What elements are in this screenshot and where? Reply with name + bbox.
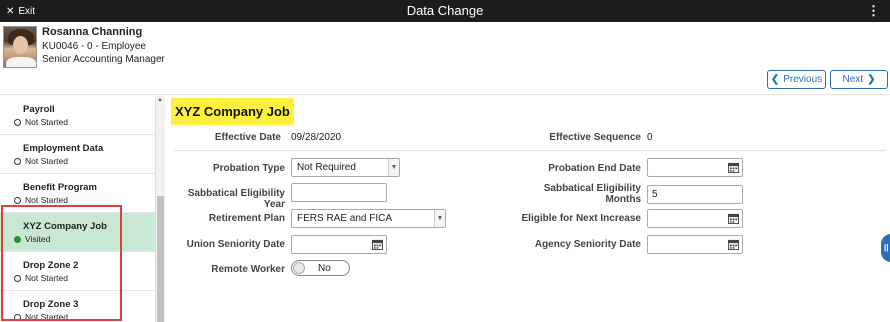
step-sidebar: Payroll Not Started Employment Data Not … <box>0 96 156 322</box>
union-seniority-label: Union Seniority Date <box>186 239 285 250</box>
chevron-down-icon: ▼ <box>388 159 399 176</box>
sidebar-item-benefit-program[interactable]: Benefit Program Not Started <box>0 174 156 213</box>
grip-icon: || <box>884 243 889 252</box>
main-content: XYZ Company Job Effective Date 09/28/202… <box>166 96 890 322</box>
chevron-down-icon: ▼ <box>434 210 445 227</box>
sidebar-item-xyz-company-job[interactable]: XYZ Company Job Visited <box>0 213 156 252</box>
sabbatical-months-label: Sabbatical Eligibility Months <box>543 183 641 205</box>
divider <box>174 150 886 151</box>
effective-sequence-label: Effective Sequence <box>549 132 641 143</box>
previous-button[interactable]: ❮ Previous <box>767 70 826 89</box>
more-actions-icon[interactable]: ⋮ <box>867 3 880 19</box>
employee-id: KU0046 - 0 - Employee <box>42 41 146 52</box>
effective-date-value: 09/28/2020 <box>291 132 342 143</box>
retirement-plan-label: Retirement Plan <box>208 213 285 224</box>
sabbatical-year-label: Sabbatical Eligibility Year <box>187 188 285 210</box>
sidebar-item-payroll[interactable]: Payroll Not Started <box>0 96 156 135</box>
scroll-up-icon[interactable]: ▲ <box>157 97 163 103</box>
scrollbar-thumb[interactable] <box>157 196 164 322</box>
visited-dot-icon <box>14 235 21 243</box>
probation-type-label: Probation Type <box>212 163 285 174</box>
effective-date-label: Effective Date <box>214 132 281 143</box>
agency-seniority-label: Agency Seniority Date <box>534 239 641 250</box>
calendar-icon[interactable] <box>728 213 739 224</box>
calendar-icon[interactable] <box>372 239 383 250</box>
employee-header: Rosanna Channing KU0046 - 0 - Employee S… <box>0 22 890 95</box>
sidebar-item-employment-data[interactable]: Employment Data Not Started <box>0 135 156 174</box>
chevron-right-icon: ❯ <box>867 74 876 85</box>
status-dot-icon <box>14 157 21 165</box>
retirement-plan-select[interactable]: FERS RAE and FICA ▼ <box>291 209 446 228</box>
status-dot-icon <box>14 274 21 282</box>
sabbatical-year-input[interactable] <box>291 183 387 202</box>
page-title: Data Change <box>406 3 484 18</box>
section-title: XYZ Company Job <box>171 98 294 125</box>
status-dot-icon <box>14 118 21 126</box>
employee-job-title: Senior Accounting Manager <box>42 54 165 65</box>
sidebar-scrollbar[interactable]: ▲ <box>156 96 165 322</box>
probation-end-date-label: Probation End Date <box>548 163 641 174</box>
top-bar: ✕ Exit Data Change ⋮ <box>0 0 890 22</box>
status-dot-icon <box>14 196 21 204</box>
chevron-left-icon: ❮ <box>770 74 780 85</box>
avatar <box>3 26 37 68</box>
next-button[interactable]: Next ❯ <box>830 70 888 89</box>
sidebar-item-drop-zone-2[interactable]: Drop Zone 2 Not Started <box>0 252 156 291</box>
calendar-icon[interactable] <box>728 239 739 250</box>
sabbatical-months-input[interactable]: 5 <box>647 185 743 204</box>
side-panel-handle[interactable]: || <box>881 234 890 262</box>
remote-worker-label: Remote Worker <box>211 264 285 275</box>
status-dot-icon <box>14 313 21 321</box>
employee-name: Rosanna Channing <box>42 26 143 38</box>
sidebar-item-drop-zone-3[interactable]: Drop Zone 3 Not Started <box>0 291 156 322</box>
probation-type-select[interactable]: Not Required ▼ <box>291 158 400 177</box>
effective-sequence-value: 0 <box>647 132 653 143</box>
remote-worker-toggle[interactable]: No <box>291 260 350 276</box>
calendar-icon[interactable] <box>728 162 739 173</box>
toggle-knob <box>293 262 305 274</box>
next-increase-label: Eligible for Next Increase <box>521 213 642 224</box>
